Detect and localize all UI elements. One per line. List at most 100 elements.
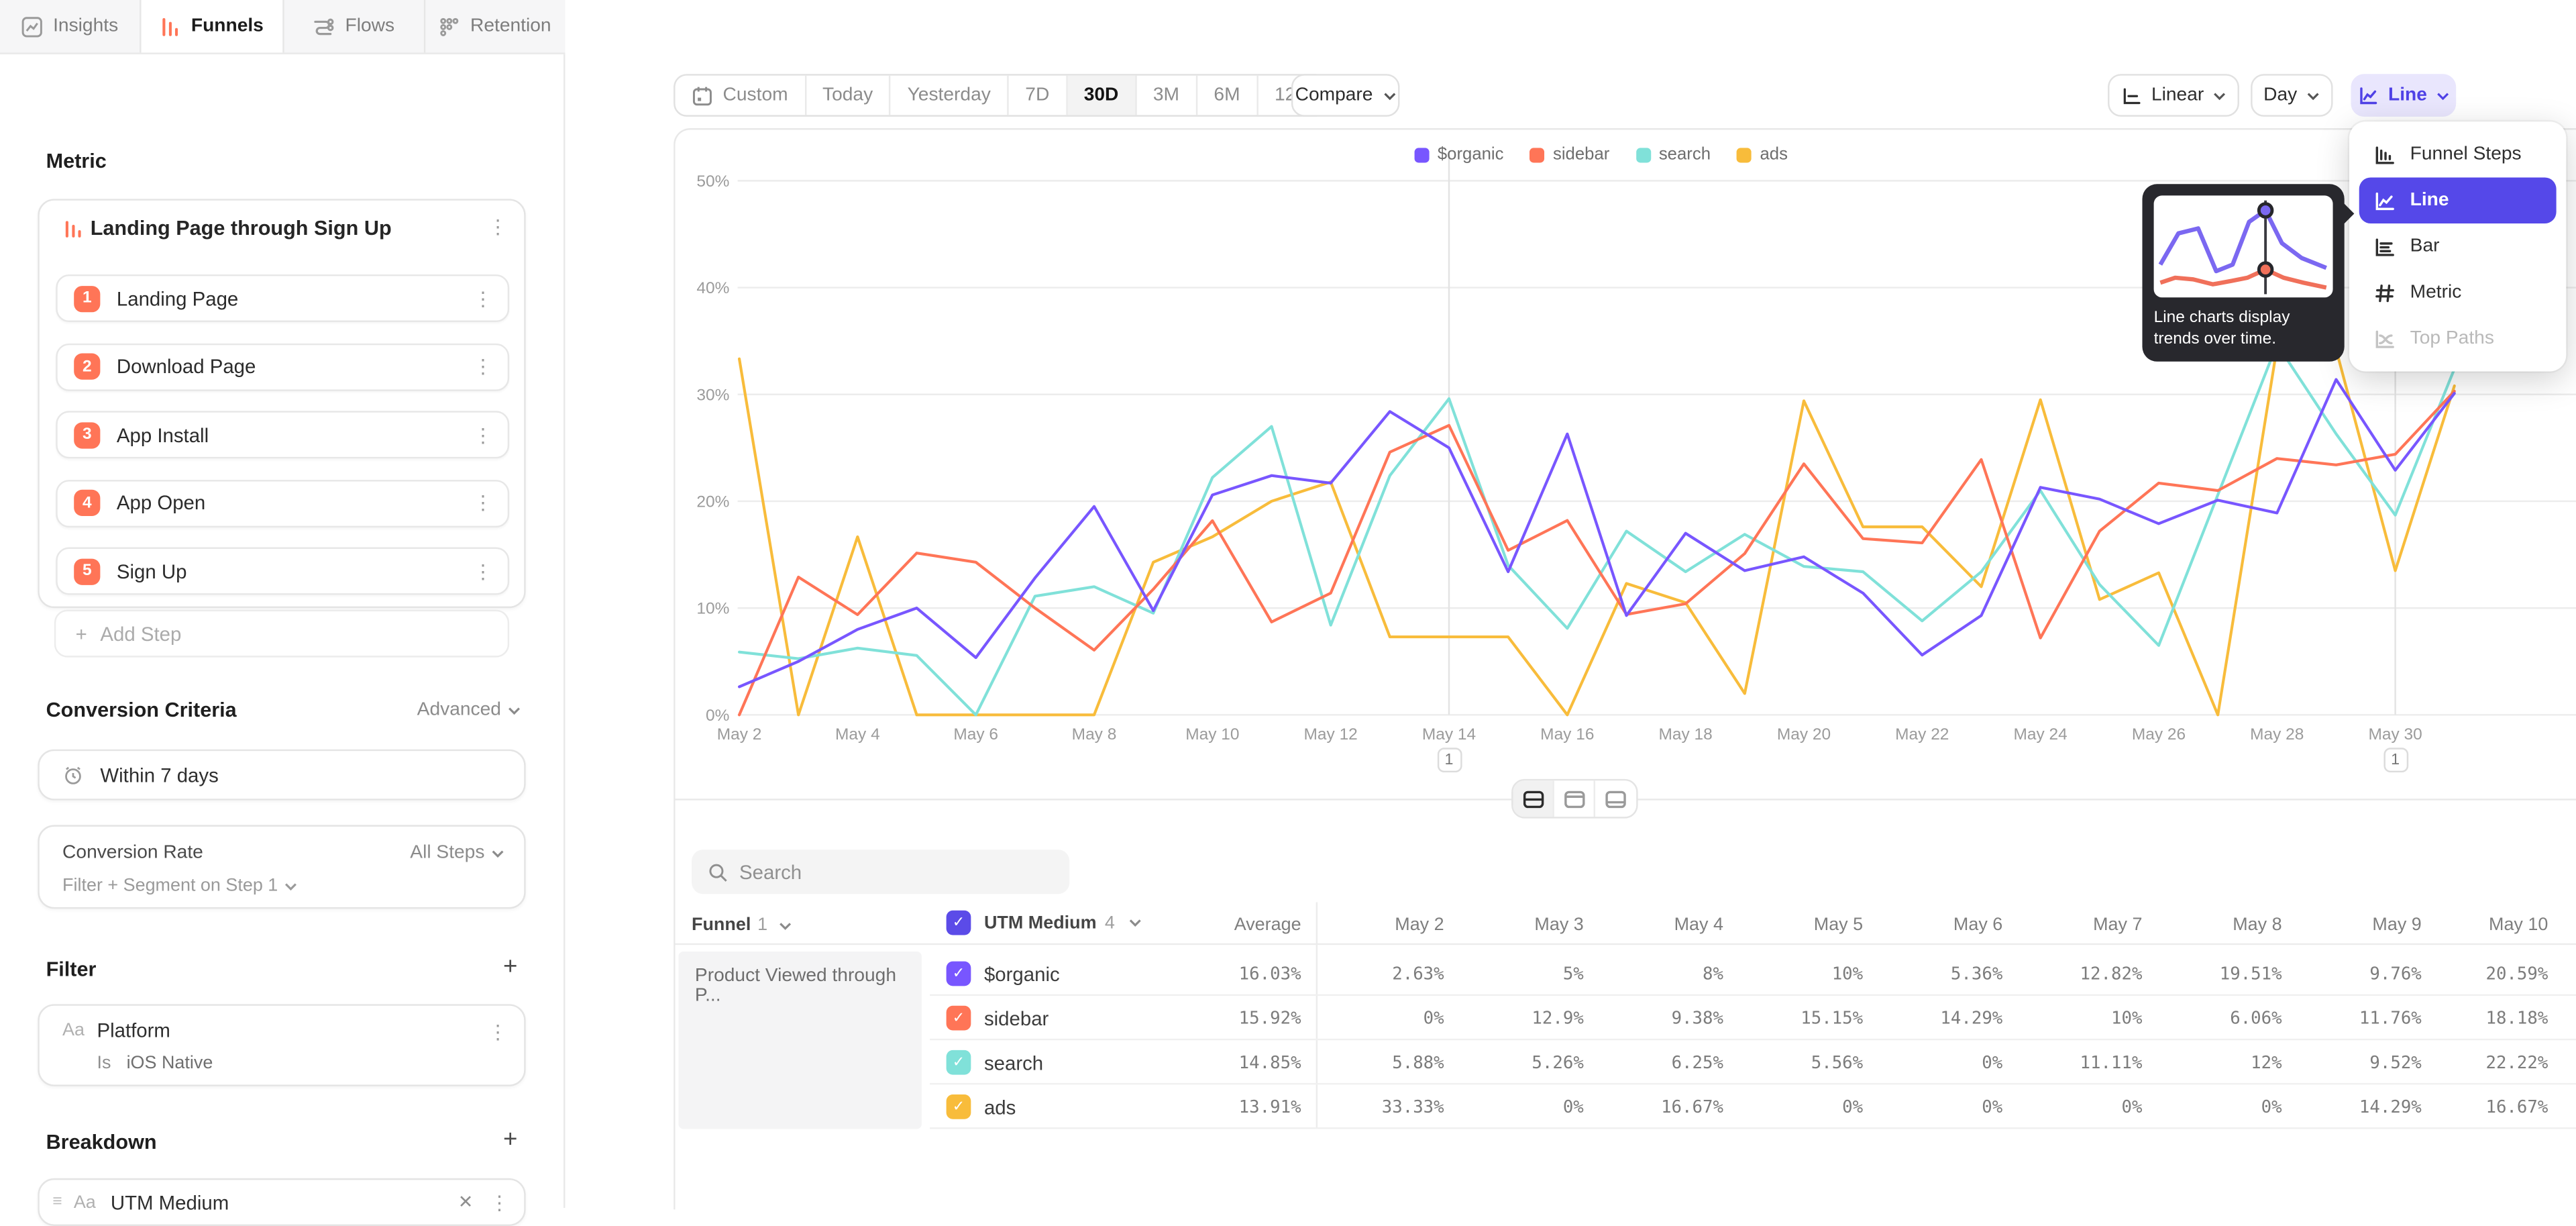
menu-item-line[interactable]: Line [2359,177,2557,223]
all-steps-label: All Steps [410,843,484,862]
conversion-rate-card: Conversion Rate All Steps Filter + Segme… [38,825,525,909]
layout-table-button[interactable] [1595,780,1636,817]
tab-label: Funnels [191,16,264,36]
breakdown-card[interactable]: ≡ Aa UTM Medium ✕ ⋮ [38,1178,525,1226]
svg-text:May 6: May 6 [953,725,998,744]
compare-button[interactable]: Compare [1291,74,1400,117]
date-range-today[interactable]: Today [806,76,892,115]
metric-kebab-icon[interactable]: ⋮ [488,217,507,236]
svg-text:May 4: May 4 [835,725,880,744]
day-column-header: May 2 [1313,915,1444,935]
series-checkbox[interactable]: ✓ [947,1050,971,1075]
funnel-step-4[interactable]: 4App Open⋮ [56,479,509,527]
legend-swatch [1636,147,1651,162]
series-checkbox[interactable]: ✓ [947,962,971,986]
step-kebab-icon[interactable]: ⋮ [473,561,492,580]
search-input[interactable] [739,860,1035,883]
svg-text:May 26: May 26 [2132,725,2186,744]
table-search[interactable] [692,850,1069,894]
funnel-col-label: Funnel [692,915,751,935]
add-breakdown-button[interactable]: + [503,1126,517,1154]
day-column-header: May 5 [1731,915,1863,935]
menu-item-bar[interactable]: Bar [2359,223,2557,270]
funnel-column-header[interactable]: Funnel 1 [692,915,792,935]
legend-item-sidebar[interactable]: sidebar [1530,145,1610,164]
step-kebab-icon[interactable]: ⋮ [473,289,492,308]
scale-dropdown[interactable]: Linear [2108,74,2239,117]
filter-segment-dropdown[interactable]: Filter + Segment on Step 1 [62,876,298,895]
chevron-down-icon [2437,91,2451,99]
add-filter-button[interactable]: + [503,953,517,981]
series-checkbox[interactable]: ✓ [947,1006,971,1031]
layout-split-button[interactable] [1513,780,1554,817]
chart-legend: $organic sidebar search ads [1415,145,1788,164]
layout-chart-button[interactable] [1554,780,1595,817]
step-kebab-icon[interactable]: ⋮ [473,356,492,376]
cell-value: 11.11% [2011,1054,2143,1073]
filter-operator[interactable]: Is [97,1054,111,1073]
day-column-header: May 4 [1592,915,1723,935]
drag-handle-icon[interactable]: ≡ [52,1193,62,1211]
tab-flows[interactable]: Flows [283,0,425,52]
svg-text:May 24: May 24 [2014,725,2068,744]
date-range-yesterday[interactable]: Yesterday [891,76,1009,115]
menu-item-metric[interactable]: Metric [2359,270,2557,316]
legend-item-ads[interactable]: ads [1737,145,1788,164]
funnel-step-1[interactable]: 1Landing Page⋮ [56,274,509,322]
tooltip-text: Line charts display trends over time. [2154,307,2333,351]
date-range-6m[interactable]: 6M [1197,76,1258,115]
average-value: 16.03% [1170,965,1301,984]
date-range-label: 6M [1214,85,1240,105]
series-name: $organic [984,963,1060,986]
filter-kebab-icon[interactable]: ⋮ [488,1022,507,1041]
breakdown-checkbox[interactable]: ✓ [947,911,971,935]
cell-value: 8% [1592,965,1723,984]
filter-value[interactable]: iOS Native [127,1054,213,1073]
menu-item-funnel-steps[interactable]: Funnel Steps [2359,132,2557,178]
date-range-7d[interactable]: 7D [1009,76,1067,115]
all-steps-dropdown[interactable]: All Steps [410,843,504,862]
funnel-step-3[interactable]: 3App Install⋮ [56,411,509,458]
advanced-dropdown[interactable]: Advanced [417,700,521,719]
legend-label: sidebar [1553,145,1609,164]
legend-item-search[interactable]: search [1636,145,1711,164]
menu-item-top-paths: Top Paths [2359,315,2557,362]
date-range-label: Today [822,85,873,105]
conversion-window-card[interactable]: Within 7 days [38,750,525,801]
filter-card[interactable]: Aa Platform ⋮ Is iOS Native [38,1004,525,1086]
breakdown-column-header[interactable]: ✓ UTM Medium 4 [947,911,1141,935]
date-range-3m[interactable]: 3M [1136,76,1197,115]
step-kebab-icon[interactable]: ⋮ [473,425,492,444]
chart-type-dropdown[interactable]: Line [2351,74,2456,117]
breakdown-property-label: UTM Medium [111,1190,229,1213]
table-row-search: ✓search14.85%5.88%5.26%6.25%5.56%0%11.11… [676,1040,2576,1084]
tab-retention[interactable]: Retention [425,0,566,52]
add-step-button[interactable]: + Add Step [54,610,509,658]
series-checkbox[interactable]: ✓ [947,1094,971,1119]
cell-value: 12.82% [2011,965,2143,984]
breakdown-kebab-icon[interactable]: ⋮ [490,1192,509,1212]
funnels-icon [160,15,181,37]
svg-text:0%: 0% [706,707,729,725]
average-value: 14.85% [1170,1054,1301,1073]
series-name: search [984,1052,1043,1074]
remove-breakdown-icon[interactable]: ✕ [458,1192,474,1213]
svg-text:May 14: May 14 [1422,725,1476,744]
date-range-custom[interactable]: Custom [676,76,806,115]
legend-item-organic[interactable]: $organic [1415,145,1504,164]
chevron-down-icon [1128,919,1141,927]
date-range-30d[interactable]: 30D [1067,76,1136,115]
annotation-badge[interactable]: 1 [1437,748,1462,772]
tab-insights[interactable]: Insights [0,0,142,52]
step-kebab-icon[interactable]: ⋮ [473,493,492,513]
funnels-app: InsightsFunnelsFlowsRetention Metric Lan… [0,0,2576,1208]
funnel-step-2[interactable]: 2Download Page⋮ [56,343,509,391]
step-number-badge: 4 [74,490,100,516]
interval-dropdown[interactable]: Day [2251,74,2332,117]
breakdown-col-label: UTM Medium [984,913,1097,932]
annotation-badge[interactable]: 1 [2383,748,2408,772]
tab-funnels[interactable]: Funnels [142,0,283,52]
funnel-step-5[interactable]: 5Sign Up⋮ [56,548,509,595]
cell-value: 33.33% [1313,1098,1444,1117]
chevron-down-icon [491,849,504,857]
